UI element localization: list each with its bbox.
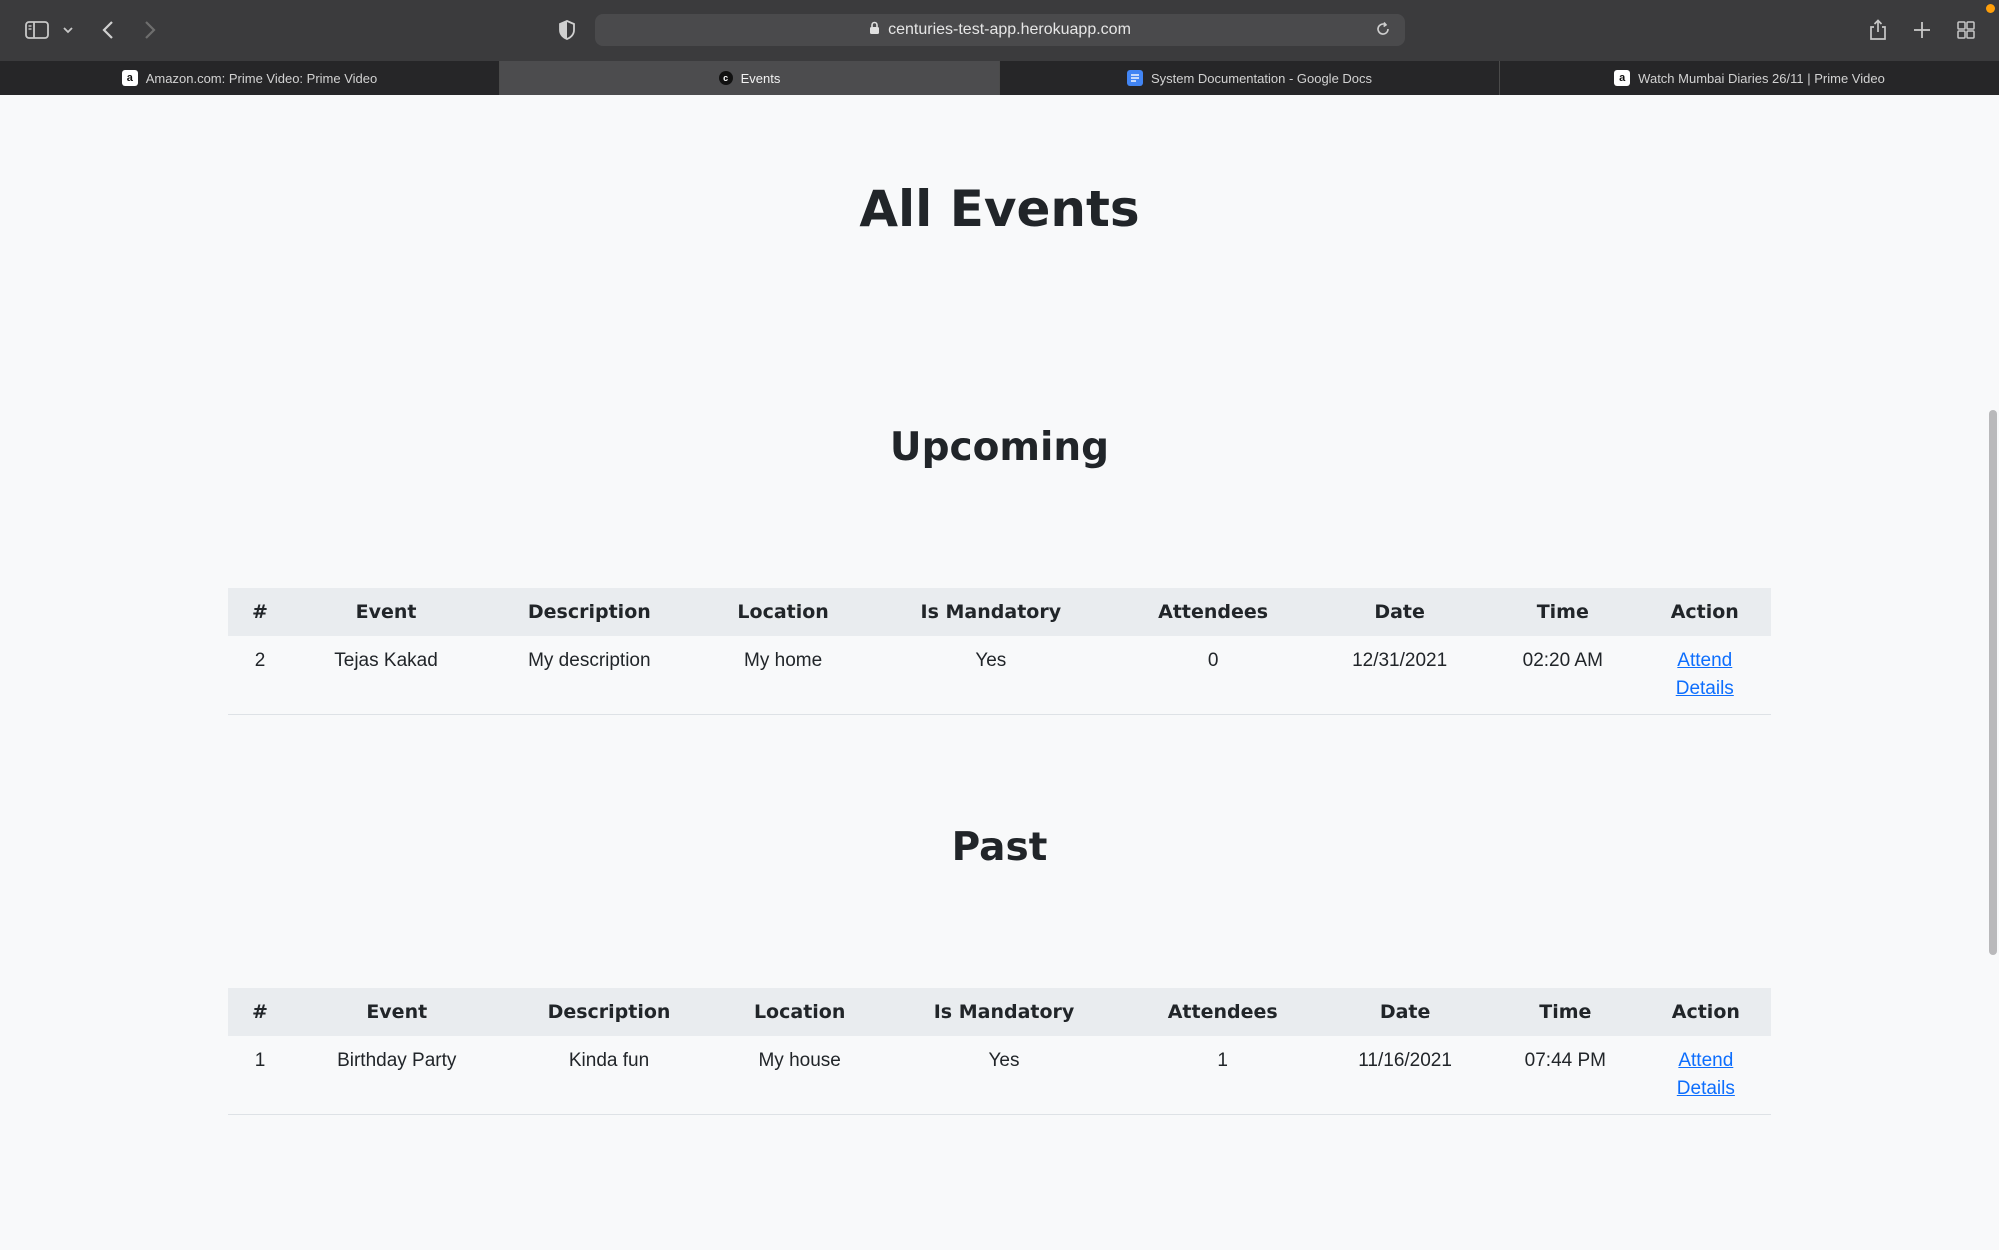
column-header: Description — [480, 588, 699, 636]
reload-icon[interactable] — [1375, 21, 1391, 42]
column-header: Event — [292, 988, 502, 1036]
cell-attendees: 1 — [1125, 1036, 1321, 1115]
table-row: 1 Birthday Party Kinda fun My house Yes … — [228, 1036, 1771, 1115]
tab-bar: a Amazon.com: Prime Video: Prime Video c… — [0, 61, 1999, 95]
column-header: Attendees — [1125, 988, 1321, 1036]
details-link[interactable]: Details — [1649, 1075, 1763, 1103]
cell-action: Attend Details — [1640, 1036, 1771, 1115]
table-row: 2 Tejas Kakad My description My home Yes… — [228, 636, 1771, 715]
upcoming-events-table: # Event Description Location Is Mandator… — [228, 588, 1771, 715]
details-link[interactable]: Details — [1647, 675, 1763, 703]
table-header-row: # Event Description Location Is Mandator… — [228, 588, 1771, 636]
google-docs-icon — [1126, 70, 1143, 86]
url-text: centuries-test-app.herokuapp.com — [888, 21, 1131, 38]
column-header: Attendees — [1114, 588, 1313, 636]
tab-amazon-prime-video[interactable]: a Amazon.com: Prime Video: Prime Video — [0, 61, 500, 95]
column-header: # — [228, 988, 292, 1036]
attend-link[interactable]: Attend — [1649, 1047, 1763, 1075]
cell-mandatory: Yes — [882, 1036, 1126, 1115]
column-header: Location — [716, 988, 883, 1036]
cell-action: Attend Details — [1638, 636, 1771, 715]
attend-link[interactable]: Attend — [1647, 647, 1763, 675]
notification-dot — [1986, 4, 1995, 13]
tab-overview-icon[interactable] — [1954, 14, 1978, 46]
privacy-shield-icon[interactable] — [555, 14, 579, 46]
tab-system-documentation[interactable]: System Documentation - Google Docs — [1000, 61, 1500, 95]
cell-id: 1 — [228, 1036, 292, 1115]
amazon-icon: a — [121, 70, 138, 86]
page-title: All Events — [859, 180, 1140, 238]
column-header: Event — [292, 588, 481, 636]
upcoming-heading: Upcoming — [889, 425, 1110, 470]
tab-label: Watch Mumbai Diaries 26/11 | Prime Video — [1638, 70, 1885, 86]
cell-description: My description — [480, 636, 699, 715]
past-heading: Past — [951, 825, 1048, 870]
cell-mandatory: Yes — [867, 636, 1114, 715]
past-events-table: # Event Description Location Is Mandator… — [228, 988, 1771, 1115]
column-header: Description — [501, 988, 717, 1036]
column-header: Location — [698, 588, 868, 636]
sidebar-toggle-icon[interactable] — [22, 14, 52, 46]
events-icon: c — [718, 71, 733, 85]
vertical-scrollbar[interactable] — [1989, 410, 1997, 955]
cell-attendees: 0 — [1114, 636, 1313, 715]
address-bar[interactable]: centuries-test-app.herokuapp.com — [595, 14, 1405, 46]
cell-event: Tejas Kakad — [292, 636, 481, 715]
column-header: Action — [1640, 988, 1771, 1036]
browser-toolbar: centuries-test-app.herokuapp.com — [0, 0, 1999, 61]
cell-time: 02:20 AM — [1487, 636, 1639, 715]
cell-date: 12/31/2021 — [1312, 636, 1488, 715]
tab-label: System Documentation - Google Docs — [1150, 70, 1373, 86]
column-header: Date — [1312, 588, 1488, 636]
cell-event: Birthday Party — [292, 1036, 502, 1115]
column-header: Time — [1487, 588, 1639, 636]
back-icon[interactable] — [96, 14, 120, 46]
lock-icon — [869, 21, 880, 40]
table-header-row: # Event Description Location Is Mandator… — [228, 988, 1771, 1036]
new-tab-icon[interactable] — [1910, 14, 1934, 46]
cell-location: My home — [698, 636, 868, 715]
cell-id: 2 — [228, 636, 292, 715]
share-icon[interactable] — [1866, 14, 1890, 46]
forward-icon[interactable] — [138, 14, 162, 46]
page-content: All Events Upcoming # Event Description … — [0, 95, 1999, 1250]
tab-events[interactable]: c Events — [500, 61, 1000, 95]
tab-label: Events — [740, 70, 781, 86]
column-header: Date — [1320, 988, 1490, 1036]
tab-label: Amazon.com: Prime Video: Prime Video — [145, 70, 378, 86]
cell-date: 11/16/2021 — [1320, 1036, 1490, 1115]
column-header: Time — [1490, 988, 1641, 1036]
amazon-icon: a — [1614, 70, 1631, 86]
chevron-down-icon[interactable] — [58, 14, 78, 46]
cell-location: My house — [716, 1036, 883, 1115]
column-header: Action — [1638, 588, 1771, 636]
column-header: Is Mandatory — [867, 588, 1114, 636]
column-header: Is Mandatory — [882, 988, 1126, 1036]
tab-mumbai-diaries[interactable]: a Watch Mumbai Diaries 26/11 | Prime Vid… — [1500, 61, 1999, 95]
cell-time: 07:44 PM — [1490, 1036, 1641, 1115]
cell-description: Kinda fun — [501, 1036, 717, 1115]
column-header: # — [228, 588, 292, 636]
